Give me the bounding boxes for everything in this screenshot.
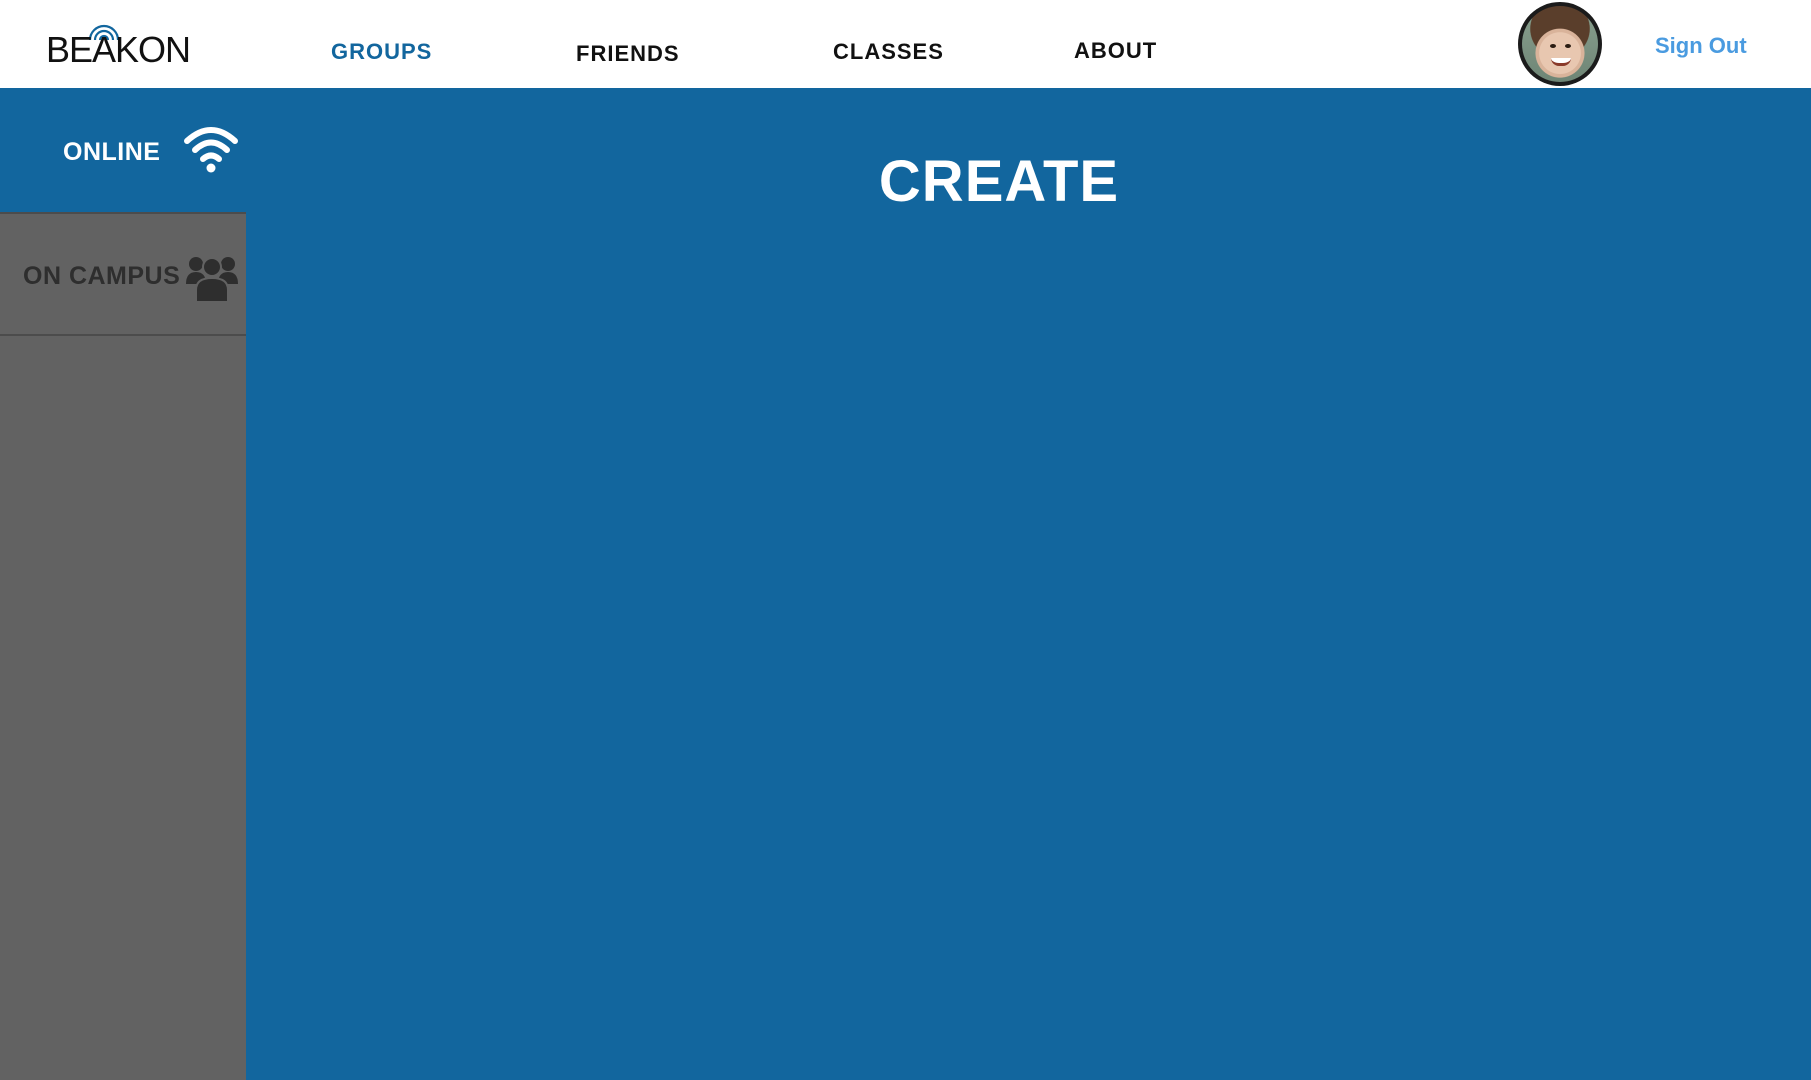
nav-about[interactable]: ABOUT [1074,38,1157,64]
sidebar-item-label: ONLINE [63,138,161,166]
sidebar: ONLINE ON CAMPUS [0,88,246,1080]
beakon-logo[interactable]: BEAKON [46,22,191,70]
sidebar-item-label: ON CAMPUS [23,262,181,290]
sign-out-link[interactable]: Sign Out [1655,33,1747,59]
wifi-icon [184,127,238,173]
nav-groups[interactable]: GROUPS [331,39,432,65]
main-content: CREATE [246,88,1811,1080]
sidebar-item-online[interactable]: ONLINE [0,88,246,212]
nav-friends[interactable]: FRIENDS [576,41,680,67]
top-navbar: BEAKON GROUPS FRIENDS CLASSES ABOUT Sign… [0,0,1811,88]
logo-text: BEAKON [46,29,191,70]
sidebar-item-on-campus[interactable]: ON CAMPUS [0,212,246,336]
people-icon [186,257,238,302]
avatar-photo [1522,6,1598,82]
page-title: CREATE [878,149,1120,214]
user-avatar[interactable] [1518,2,1602,86]
nav-classes[interactable]: CLASSES [833,39,944,65]
